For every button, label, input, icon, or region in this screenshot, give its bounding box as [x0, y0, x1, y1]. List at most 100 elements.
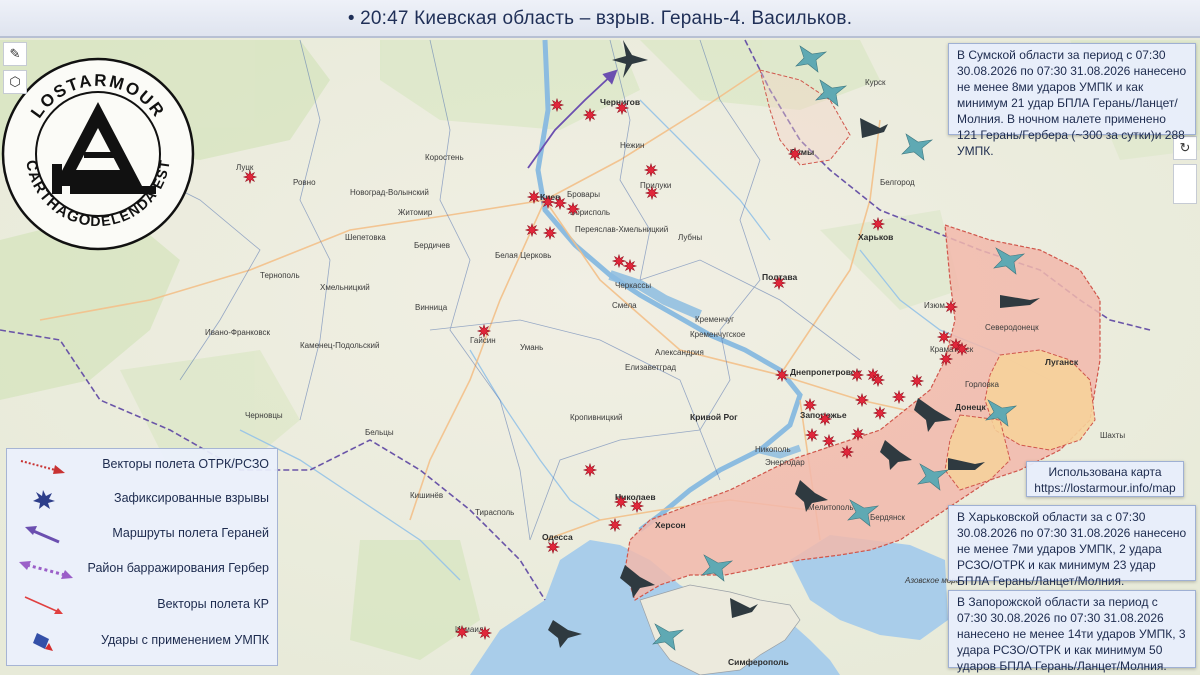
- explosion-marker[interactable]: [854, 392, 870, 408]
- lostarmour-logo: LOSTARMOUR CARTHAGO DELENDA EST: [1, 57, 195, 251]
- explosion-marker[interactable]: [629, 498, 645, 514]
- source-url[interactable]: https://lostarmour.info/map: [1033, 480, 1177, 496]
- explosion-marker[interactable]: [614, 100, 630, 116]
- city-label: Никополь: [755, 445, 791, 454]
- page-title: • 20:47 Киевская область – взрыв. Герань…: [347, 8, 853, 29]
- explosion-marker[interactable]: [552, 195, 568, 211]
- legend-label-umpk: Удары с применением УМПК: [101, 633, 269, 647]
- legend-item-gerbera: Район барражирования Гербер: [7, 557, 277, 581]
- explosion-marker[interactable]: [938, 351, 954, 367]
- city-label: Александрия: [655, 348, 704, 357]
- city-label: Коростень: [425, 153, 464, 162]
- city-label: Бровары: [567, 190, 600, 199]
- explosion-marker[interactable]: [821, 433, 837, 449]
- city-label: Смела: [612, 301, 637, 310]
- city-label: Бердичев: [414, 241, 450, 250]
- city-label: Черновцы: [245, 411, 283, 420]
- city-label: Мелитополь: [808, 503, 854, 512]
- explosion-marker[interactable]: [870, 216, 886, 232]
- city-label: Кишинёв: [410, 491, 443, 500]
- purple-dotted-double-arrow-icon: [19, 561, 73, 579]
- city-label: Северодонецк: [985, 323, 1039, 332]
- explosion-marker[interactable]: [549, 97, 565, 113]
- red-blue-bomb-icon: [33, 633, 53, 651]
- explosion-marker[interactable]: [839, 444, 855, 460]
- explosion-marker[interactable]: [524, 222, 540, 238]
- legend-item-cruise-missiles: Векторы полета КР: [7, 593, 277, 617]
- city-label: Донецк: [955, 402, 986, 412]
- legend-item-geran-routes: Маршруты полета Гераней: [7, 522, 277, 546]
- city-label: Симферополь: [728, 657, 789, 667]
- explosion-marker[interactable]: [542, 225, 558, 241]
- draw-tool-button[interactable]: ✎: [3, 42, 27, 66]
- explosion-marker[interactable]: [804, 427, 820, 443]
- city-label: Изюм: [924, 301, 945, 310]
- explosion-marker[interactable]: [477, 625, 493, 641]
- city-label: Курск: [865, 78, 886, 87]
- explosion-marker[interactable]: [643, 162, 659, 178]
- zaporozhye-info-text: В Запорожской области за период с 07:30 …: [957, 595, 1186, 673]
- city-label: Тернополь: [260, 271, 300, 280]
- explosion-marker[interactable]: [954, 341, 970, 357]
- explosion-marker[interactable]: [909, 373, 925, 389]
- explosion-marker[interactable]: [613, 494, 629, 510]
- city-label: Горловка: [965, 380, 1000, 389]
- sumy-info-text: В Сумской области за период с 07:30 30.0…: [957, 48, 1187, 158]
- explosion-marker[interactable]: [454, 624, 470, 640]
- city-label: Житомир: [398, 208, 433, 217]
- explosion-marker[interactable]: [611, 253, 627, 269]
- legend-label-otrk: Векторы полета ОТРК/РСЗО: [102, 457, 269, 471]
- map-side-toolbar[interactable]: [1173, 164, 1197, 204]
- city-label: Ровно: [293, 178, 316, 187]
- dotted-red-arrow-icon: [20, 460, 65, 474]
- city-label: Нежин: [620, 141, 644, 150]
- city-label: Черкассы: [615, 281, 651, 290]
- shape-tool-button[interactable]: ⬡: [3, 70, 27, 94]
- explosion-marker[interactable]: [802, 397, 818, 413]
- city-label: Кропивницкий: [570, 413, 623, 422]
- map-legend: Векторы полета ОТРК/РСЗО Зафиксированные…: [6, 448, 278, 666]
- purple-arrow-icon: [25, 526, 60, 544]
- city-label: Умань: [520, 343, 543, 352]
- city-label: Елизаветград: [625, 363, 676, 372]
- city-label: Тирасполь: [475, 508, 514, 517]
- explosion-marker[interactable]: [870, 372, 886, 388]
- explosion-marker[interactable]: [936, 329, 952, 345]
- legend-label-gerbera: Район барражирования Гербер: [87, 561, 269, 575]
- explosion-marker[interactable]: [607, 517, 623, 533]
- red-thin-arrow-icon: [24, 596, 63, 614]
- city-label: Лубны: [678, 233, 702, 242]
- city-label: Гайсин: [470, 336, 496, 345]
- explosion-marker[interactable]: [242, 169, 258, 185]
- kharkov-info-text: В Харьковской области за с 07:30 30.08.2…: [957, 510, 1187, 588]
- explosion-marker[interactable]: [582, 462, 598, 478]
- city-label: Белая Церковь: [495, 251, 551, 260]
- explosion-marker[interactable]: [545, 539, 561, 555]
- city-label: Белгород: [880, 178, 915, 187]
- explosion-marker[interactable]: [817, 411, 833, 427]
- explosion-marker[interactable]: [644, 185, 660, 201]
- legend-label-explosions: Зафиксированные взрывы: [114, 491, 269, 505]
- legend-label-cruise-missiles: Векторы полета КР: [157, 597, 269, 611]
- explosion-marker[interactable]: [787, 146, 803, 162]
- explosion-marker[interactable]: [771, 275, 787, 291]
- city-label: Кривой Рог: [690, 412, 738, 422]
- explosion-marker[interactable]: [540, 194, 556, 210]
- city-label: Энергодар: [765, 458, 805, 467]
- explosion-marker[interactable]: [850, 426, 866, 442]
- explosion-marker[interactable]: [476, 323, 492, 339]
- city-label: Херсон: [655, 520, 686, 530]
- explosion-marker[interactable]: [526, 189, 542, 205]
- explosion-marker[interactable]: [943, 299, 959, 315]
- explosion-marker[interactable]: [622, 258, 638, 274]
- explosion-marker[interactable]: [849, 367, 865, 383]
- city-label: Хмельницкий: [320, 283, 370, 292]
- zaporozhye-info-panel: В Запорожской области за период с 07:30 …: [948, 590, 1196, 673]
- explosion-marker[interactable]: [774, 367, 790, 383]
- explosion-marker[interactable]: [565, 201, 581, 217]
- explosion-marker[interactable]: [891, 389, 907, 405]
- header-bar: • 20:47 Киевская область – взрыв. Герань…: [0, 0, 1200, 38]
- city-label: Прилуки: [640, 181, 671, 190]
- explosion-marker[interactable]: [582, 107, 598, 123]
- explosion-marker[interactable]: [872, 405, 888, 421]
